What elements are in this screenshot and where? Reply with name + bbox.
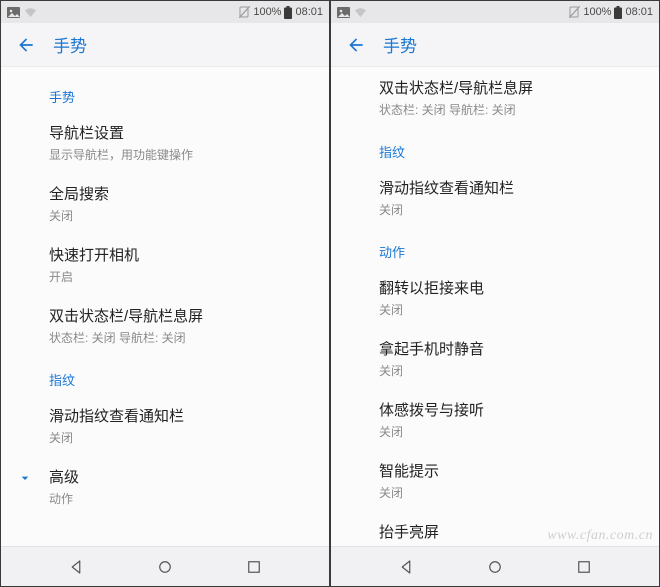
section-header-fingerprint: 指纹 [331, 128, 659, 167]
item-fingerprint-notifications[interactable]: 滑动指纹查看通知栏 关闭 [331, 167, 659, 228]
item-sub: 关闭 [379, 301, 639, 318]
item-label: 快速打开相机 [49, 244, 309, 265]
wifi-dim-icon [354, 7, 367, 18]
back-button[interactable] [11, 30, 41, 60]
section-header-gestures: 手势 [1, 73, 329, 112]
clock: 08:01 [625, 6, 653, 18]
item-label: 双击状态栏/导航栏息屏 [379, 77, 639, 98]
battery-icon [284, 6, 292, 19]
app-bar: 手势 [331, 23, 659, 67]
item-sub: 关闭 [379, 484, 639, 501]
battery-percent: 100% [583, 6, 611, 18]
chevron-down-icon [15, 468, 35, 488]
item-label: 翻转以拒接来电 [379, 277, 639, 298]
item-sub: 显示导航栏，用功能键操作 [49, 146, 309, 163]
item-motion-dial[interactable]: 体感拨号与接听 关闭 [331, 389, 659, 450]
item-sub: 状态栏: 关闭 导航栏: 关闭 [379, 101, 639, 118]
system-nav-bar [331, 546, 659, 586]
wifi-dim-icon [24, 7, 37, 18]
nav-home-button[interactable] [145, 553, 185, 581]
item-label: 导航栏设置 [49, 122, 309, 143]
phone-right: 100% 08:01 手势 双击状态栏/导航栏息屏 状态栏: 关闭 导航栏: 关… [330, 0, 660, 587]
item-quick-camera[interactable]: 快速打开相机 开启 [1, 234, 329, 295]
item-smart-alert[interactable]: 智能提示 关闭 [331, 450, 659, 511]
battery-icon [614, 6, 622, 19]
item-label: 拿起手机时静音 [379, 338, 639, 359]
phone-left: 100% 08:01 手势 手势 导航栏设置 显示导航栏，用功能键操作 全局搜索… [0, 0, 330, 587]
no-sim-icon [239, 6, 250, 18]
status-bar: 100% 08:01 [331, 1, 659, 23]
nav-back-button[interactable] [386, 553, 426, 581]
nav-recents-button[interactable] [234, 553, 274, 581]
nav-back-button[interactable] [56, 553, 96, 581]
item-label: 体感拨号与接听 [379, 399, 639, 420]
page-title: 手势 [383, 32, 417, 57]
battery-percent: 100% [253, 6, 281, 18]
back-button[interactable] [341, 30, 371, 60]
item-sub: 关闭 [379, 201, 639, 218]
clock: 08:01 [295, 6, 323, 18]
item-fingerprint-notifications[interactable]: 滑动指纹查看通知栏 关闭 [1, 395, 329, 456]
item-sub: 状态栏: 关闭 导航栏: 关闭 [49, 329, 309, 346]
item-label: 智能提示 [379, 460, 639, 481]
picture-icon [7, 7, 20, 18]
picture-icon [337, 7, 350, 18]
item-advanced[interactable]: 高级 动作 [1, 456, 329, 517]
page-title: 手势 [53, 32, 87, 57]
item-global-search[interactable]: 全局搜索 关闭 [1, 173, 329, 234]
item-doubletap-sleep[interactable]: 双击状态栏/导航栏息屏 状态栏: 关闭 导航栏: 关闭 [331, 73, 659, 128]
system-nav-bar [1, 546, 329, 586]
item-sub: 关闭 [379, 362, 639, 379]
item-flip-reject[interactable]: 翻转以拒接来电 关闭 [331, 267, 659, 328]
settings-list[interactable]: 双击状态栏/导航栏息屏 状态栏: 关闭 导航栏: 关闭 指纹 滑动指纹查看通知栏… [331, 67, 659, 546]
item-label: 抬手亮屏 [379, 521, 639, 542]
nav-recents-button[interactable] [564, 553, 604, 581]
item-sub: 开启 [49, 268, 309, 285]
item-label: 双击状态栏/导航栏息屏 [49, 305, 309, 326]
section-header-fingerprint: 指纹 [1, 356, 329, 395]
app-bar: 手势 [1, 23, 329, 67]
item-label: 全局搜索 [49, 183, 309, 204]
item-label: 滑动指纹查看通知栏 [49, 405, 309, 426]
nav-home-button[interactable] [475, 553, 515, 581]
item-navbar-settings[interactable]: 导航栏设置 显示导航栏，用功能键操作 [1, 112, 329, 173]
item-label: 高级 [49, 466, 79, 487]
item-label: 滑动指纹查看通知栏 [379, 177, 639, 198]
settings-list[interactable]: 手势 导航栏设置 显示导航栏，用功能键操作 全局搜索 关闭 快速打开相机 开启 … [1, 67, 329, 546]
section-header-motion: 动作 [331, 228, 659, 267]
item-pickup-mute[interactable]: 拿起手机时静音 关闭 [331, 328, 659, 389]
item-sub: 关闭 [49, 429, 309, 446]
item-raise-to-wake[interactable]: 抬手亮屏 开启 [331, 511, 659, 546]
status-bar: 100% 08:01 [1, 1, 329, 23]
item-sub: 动作 [49, 490, 79, 507]
item-sub: 关闭 [379, 423, 639, 440]
no-sim-icon [569, 6, 580, 18]
item-sub: 关闭 [49, 207, 309, 224]
item-doubletap-sleep[interactable]: 双击状态栏/导航栏息屏 状态栏: 关闭 导航栏: 关闭 [1, 295, 329, 356]
